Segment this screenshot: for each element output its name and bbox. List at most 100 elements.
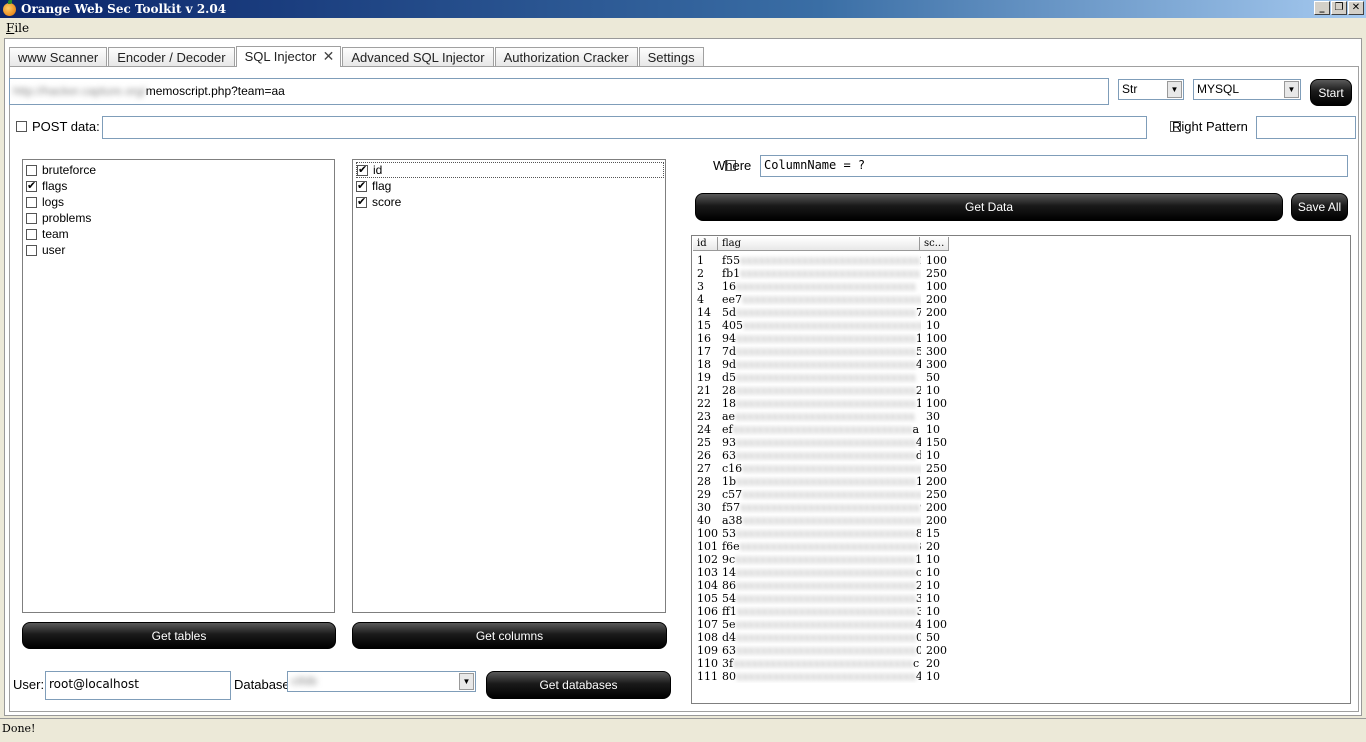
list-item[interactable]: id bbox=[356, 162, 664, 178]
user-field[interactable]: root@localhost bbox=[45, 671, 231, 700]
results-grid[interactable]: id flag sc... 1 f55xxxxxxxxxxxxxxxxxxxxxx… bbox=[691, 235, 1351, 704]
column-checkbox[interactable] bbox=[356, 195, 367, 208]
table-row[interactable]: 107 5exxxxxxxxxxxxxxxxxxxxxxxxxxxxx4 100 bbox=[695, 618, 951, 631]
table-row[interactable]: 103 14xxxxxxxxxxxxxxxxxxxxxxxxxxxxxc 10 bbox=[695, 566, 951, 579]
flag-redacted: xxxxxxxxxxxxxxxxxxxxxxxxxxxxx bbox=[736, 579, 916, 592]
flag-visible-prefix: ff1 bbox=[722, 605, 737, 618]
save-all-button[interactable]: Save All bbox=[1291, 193, 1348, 221]
chevron-down-icon[interactable]: ▼ bbox=[459, 673, 474, 690]
tab-encoder-decoder[interactable]: Encoder / Decoder bbox=[108, 47, 235, 67]
list-item[interactable]: bruteforce bbox=[26, 162, 96, 178]
list-item[interactable]: flags bbox=[26, 178, 67, 194]
table-row[interactable]: 25 93xxxxxxxxxxxxxxxxxxxxxxxxxxxxx47 150 bbox=[695, 436, 951, 449]
table-row[interactable]: 18 9dxxxxxxxxxxxxxxxxxxxxxxxxxxxxx4 300 bbox=[695, 358, 951, 371]
chevron-down-icon[interactable]: ▼ bbox=[1284, 81, 1299, 98]
table-row[interactable]: 110 3fxxxxxxxxxxxxxxxxxxxxxxxxxxxxxc 20 bbox=[695, 657, 951, 670]
table-checkbox[interactable] bbox=[26, 228, 37, 240]
table-row[interactable]: 30 f57xxxxxxxxxxxxxxxxxxxxxxxxxxxxx9 200 bbox=[695, 501, 951, 514]
url-input[interactable]: http://hacker.capture.org/memoscript.php… bbox=[9, 78, 1109, 105]
cell-flag: f57xxxxxxxxxxxxxxxxxxxxxxxxxxxxx9 bbox=[719, 501, 921, 514]
table-row[interactable]: 3 16xxxxxxxxxxxxxxxxxxxxxxxxxxxxx 100 bbox=[695, 280, 951, 293]
table-row[interactable]: 26 63xxxxxxxxxxxxxxxxxxxxxxxxxxxxxd 10 bbox=[695, 449, 951, 462]
table-row[interactable]: 17 7dxxxxxxxxxxxxxxxxxxxxxxxxxxxxx5 300 bbox=[695, 345, 951, 358]
tab-authorization-cracker[interactable]: Authorization Cracker bbox=[494, 47, 638, 67]
table-row[interactable]: 14 5dxxxxxxxxxxxxxxxxxxxxxxxxxxxxx7 200 bbox=[695, 306, 951, 319]
table-row[interactable]: 111 80xxxxxxxxxxxxxxxxxxxxxxxxxxxxx4 10 bbox=[695, 670, 951, 683]
column-header-score[interactable]: sc... bbox=[920, 237, 949, 250]
column-checkbox[interactable] bbox=[356, 179, 367, 192]
user-label: User: bbox=[13, 677, 45, 692]
restore-button[interactable]: ❐ bbox=[1331, 1, 1347, 15]
table-row[interactable]: 4 ee7xxxxxxxxxxxxxxxxxxxxxxxxxxxxx2 200 bbox=[695, 293, 951, 306]
column-checkbox[interactable] bbox=[357, 163, 368, 176]
flag-redacted: xxxxxxxxxxxxxxxxxxxxxxxxxxxxx bbox=[742, 488, 921, 501]
list-item[interactable]: user bbox=[26, 242, 65, 258]
flag-visible-prefix: f6e bbox=[722, 540, 740, 553]
table-checkbox[interactable] bbox=[26, 212, 37, 224]
cell-id: 17 bbox=[697, 345, 711, 358]
tab-sql-injector[interactable]: SQL Injector ✕ bbox=[235, 46, 342, 67]
get-tables-button[interactable]: Get tables bbox=[22, 622, 336, 649]
table-row[interactable]: 19 d5xxxxxxxxxxxxxxxxxxxxxxxxxxxxx 50 bbox=[695, 371, 951, 384]
table-checkbox[interactable] bbox=[26, 164, 37, 176]
menu-file[interactable]: File bbox=[6, 21, 29, 35]
table-row[interactable]: 1 f55xxxxxxxxxxxxxxxxxxxxxxxxxxxxx2 100 bbox=[695, 254, 951, 267]
table-row[interactable]: 29 c57xxxxxxxxxxxxxxxxxxxxxxxxxxxxx8 250 bbox=[695, 488, 951, 501]
where-input[interactable]: ColumnName = ? bbox=[760, 155, 1348, 177]
table-row[interactable]: 40 a38xxxxxxxxxxxxxxxxxxxxxxxxxxxxx8 200 bbox=[695, 514, 951, 527]
table-row[interactable]: 108 d4xxxxxxxxxxxxxxxxxxxxxxxxxxxxx0 50 bbox=[695, 631, 951, 644]
table-row[interactable]: 23 aexxxxxxxxxxxxxxxxxxxxxxxxxxxxx 30 bbox=[695, 410, 951, 423]
table-row[interactable]: 104 86xxxxxxxxxxxxxxxxxxxxxxxxxxxxx2 10 bbox=[695, 579, 951, 592]
table-row[interactable]: 28 1bxxxxxxxxxxxxxxxxxxxxxxxxxxxxx1 200 bbox=[695, 475, 951, 488]
minimize-button[interactable]: _ bbox=[1314, 1, 1330, 15]
get-data-button[interactable]: Get Data bbox=[695, 193, 1283, 221]
table-row[interactable]: 16 94xxxxxxxxxxxxxxxxxxxxxxxxxxxxx1 100 bbox=[695, 332, 951, 345]
cell-id: 107 bbox=[697, 618, 718, 631]
tab-settings[interactable]: Settings bbox=[638, 47, 704, 67]
get-databases-button[interactable]: Get databases bbox=[486, 671, 671, 699]
table-row[interactable]: 27 c16xxxxxxxxxxxxxxxxxxxxxxxxxxxxx4 250 bbox=[695, 462, 951, 475]
list-item[interactable]: logs bbox=[26, 194, 64, 210]
tab-advanced-sql-injector[interactable]: Advanced SQL Injector bbox=[342, 47, 494, 67]
tables-list[interactable]: bruteforce flags logs problems team user bbox=[22, 159, 335, 613]
table-row[interactable]: 105 54xxxxxxxxxxxxxxxxxxxxxxxxxxxxx3 10 bbox=[695, 592, 951, 605]
post-data-checkbox[interactable] bbox=[16, 121, 27, 132]
list-item[interactable]: team bbox=[26, 226, 69, 242]
table-row[interactable]: 22 18xxxxxxxxxxxxxxxxxxxxxxxxxxxxx1 100 bbox=[695, 397, 951, 410]
table-checkbox[interactable] bbox=[26, 244, 37, 256]
start-button[interactable]: Start bbox=[1310, 79, 1352, 106]
table-row[interactable]: 24 efxxxxxxxxxxxxxxxxxxxxxxxxxxxxxa 10 bbox=[695, 423, 951, 436]
type-select[interactable]: Str ▼ bbox=[1118, 79, 1184, 100]
list-item[interactable]: flag bbox=[356, 178, 391, 194]
tab-www-scanner[interactable]: www Scanner bbox=[9, 47, 108, 67]
flag-visible-prefix: 5d bbox=[722, 306, 737, 319]
chevron-down-icon[interactable]: ▼ bbox=[1167, 81, 1182, 98]
list-item[interactable]: score bbox=[356, 194, 401, 210]
right-pattern-input[interactable] bbox=[1256, 116, 1356, 139]
close-tab-icon[interactable]: ✕ bbox=[323, 47, 335, 66]
table-row[interactable]: 100 53xxxxxxxxxxxxxxxxxxxxxxxxxxxxx8 15 bbox=[695, 527, 951, 540]
column-header-flag[interactable]: flag bbox=[718, 237, 920, 250]
table-row[interactable]: 15 405xxxxxxxxxxxxxxxxxxxxxxxxxxxxx0 10 bbox=[695, 319, 951, 332]
list-item[interactable]: problems bbox=[26, 210, 91, 226]
table-row[interactable]: 101f6exxxxxxxxxxxxxxxxxxxxxxxxxxxxx8 20 bbox=[695, 540, 951, 553]
get-columns-button[interactable]: Get columns bbox=[352, 622, 667, 649]
close-window-button[interactable]: ✕ bbox=[1348, 1, 1364, 15]
table-checkbox[interactable] bbox=[26, 196, 37, 208]
where-label: Where bbox=[713, 158, 752, 173]
columns-list[interactable]: id flag score bbox=[352, 159, 666, 613]
post-data-input[interactable] bbox=[102, 116, 1147, 139]
column-header-id[interactable]: id bbox=[693, 237, 718, 250]
cell-score: 50 bbox=[926, 631, 940, 644]
table-row[interactable]: 106 ff1xxxxxxxxxxxxxxxxxxxxxxxxxxxxx3 10 bbox=[695, 605, 951, 618]
table-row[interactable]: 109 63xxxxxxxxxxxxxxxxxxxxxxxxxxxxx0 200 bbox=[695, 644, 951, 657]
table-checkbox[interactable] bbox=[26, 179, 37, 192]
table-row[interactable]: 21 28xxxxxxxxxxxxxxxxxxxxxxxxxxxxx2 10 bbox=[695, 384, 951, 397]
table-row[interactable]: 2 fb1xxxxxxxxxxxxxxxxxxxxxxxxxxxxx 250 bbox=[695, 267, 951, 280]
database-select[interactable]: ctfdb ▼ bbox=[287, 671, 476, 692]
database-type-select[interactable]: MYSQL ▼ bbox=[1193, 79, 1301, 100]
cell-id: 104 bbox=[697, 579, 718, 592]
table-row[interactable]: 102 9cxxxxxxxxxxxxxxxxxxxxxxxxxxxxx1 10 bbox=[695, 553, 951, 566]
cell-id: 14 bbox=[697, 306, 711, 319]
flag-redacted: xxxxxxxxxxxxxxxxxxxxxxxxxxxxx bbox=[736, 644, 916, 657]
